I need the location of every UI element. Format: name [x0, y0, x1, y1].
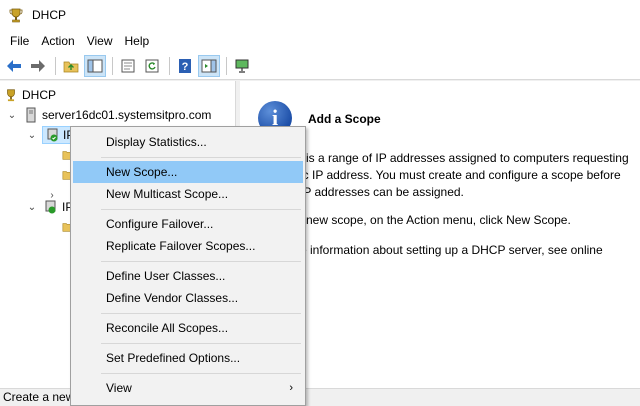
- action-pane-icon[interactable]: [198, 54, 220, 77]
- content-line: is a range of IP addresses assigned to c…: [306, 151, 629, 165]
- dhcp-trophy-icon: [7, 89, 15, 102]
- menu-help[interactable]: Help: [119, 30, 156, 52]
- menu-item-new-multicast-scope[interactable]: New Multicast Scope...: [73, 183, 303, 205]
- menu-separator: [101, 157, 301, 158]
- content-paragraph-1: is a range of IP addresses assigned to c…: [296, 150, 636, 201]
- chevron-down-icon[interactable]: ⌄: [26, 129, 38, 141]
- chevron-down-icon[interactable]: ⌄: [26, 201, 38, 213]
- menu-item-set-predefined-options[interactable]: Set Predefined Options...: [73, 347, 303, 369]
- submenu-arrow-icon: ›: [289, 382, 293, 394]
- content-line: IP addresses can be assigned.: [300, 185, 464, 199]
- properties-icon[interactable]: [117, 55, 139, 77]
- ipv6-node-icon: [45, 200, 56, 214]
- computer-monitor-icon[interactable]: [231, 55, 253, 77]
- dhcp-trophy-icon: [9, 8, 23, 23]
- menu-file[interactable]: File: [4, 30, 35, 52]
- menu-separator: [101, 313, 301, 314]
- menu-item-view[interactable]: View ›: [73, 377, 303, 399]
- title-bar: DHCP: [0, 0, 640, 30]
- svg-text:?: ?: [182, 61, 189, 73]
- context-menu: Display Statistics... New Scope... New M…: [70, 126, 306, 406]
- server-icon: [26, 107, 36, 123]
- menu-item-display-statistics[interactable]: Display Statistics...: [73, 131, 303, 153]
- toolbar-separator: [169, 56, 170, 75]
- toolbar-separator: [55, 56, 56, 75]
- menu-separator: [101, 261, 301, 262]
- tree-item-label: server16dc01.systemsitpro.com: [42, 108, 212, 122]
- up-folder-icon[interactable]: [60, 55, 82, 77]
- content-title: Add a Scope: [308, 112, 381, 126]
- menu-action[interactable]: Action: [35, 30, 80, 52]
- back-arrow-icon[interactable]: [3, 55, 25, 77]
- menu-separator: [101, 373, 301, 374]
- menu-item-define-user-classes[interactable]: Define User Classes...: [73, 265, 303, 287]
- content-paragraph-3: e information about setting up a DHCP se…: [296, 242, 636, 259]
- menu-separator: [101, 209, 301, 210]
- content-line: new scope, on the Action menu, click New…: [306, 213, 571, 227]
- chevron-down-icon[interactable]: ⌄: [6, 109, 18, 121]
- menu-view[interactable]: View: [81, 30, 119, 52]
- refresh-icon[interactable]: [141, 55, 163, 77]
- content-paragraph-2: new scope, on the Action menu, click New…: [296, 212, 636, 229]
- window-title: DHCP: [32, 8, 67, 22]
- tree-item-ipv6[interactable]: ⌄ IP: [26, 197, 74, 217]
- menu-item-define-vendor-classes[interactable]: Define Vendor Classes...: [73, 287, 303, 309]
- menu-item-label: View: [106, 381, 132, 395]
- menu-item-configure-failover[interactable]: Configure Failover...: [73, 213, 303, 235]
- menu-separator: [101, 343, 301, 344]
- toolbar-separator: [226, 56, 227, 75]
- show-hide-tree-icon[interactable]: [84, 54, 106, 77]
- tree-item-server[interactable]: ⌄ server16dc01.systemsitpro.com: [6, 105, 211, 125]
- menu-item-new-scope[interactable]: New Scope...: [73, 161, 303, 183]
- tree-item-label: DHCP: [22, 88, 57, 102]
- ipv4-node-icon: [47, 128, 58, 142]
- menu-item-reconcile-all-scopes[interactable]: Reconcile All Scopes...: [73, 317, 303, 339]
- tree-item-dhcp[interactable]: DHCP: [4, 85, 56, 105]
- forward-arrow-icon[interactable]: [27, 55, 49, 77]
- menu-item-replicate-failover-scopes[interactable]: Replicate Failover Scopes...: [73, 235, 303, 257]
- toolbar-separator: [112, 56, 113, 75]
- content-line: ic IP address. You must create and confi…: [300, 168, 621, 182]
- help-icon[interactable]: ?: [174, 55, 196, 77]
- content-line: e information about setting up a DHCP se…: [300, 243, 603, 257]
- toolbar: ?: [0, 52, 640, 80]
- menu-bar: File Action View Help: [0, 30, 640, 52]
